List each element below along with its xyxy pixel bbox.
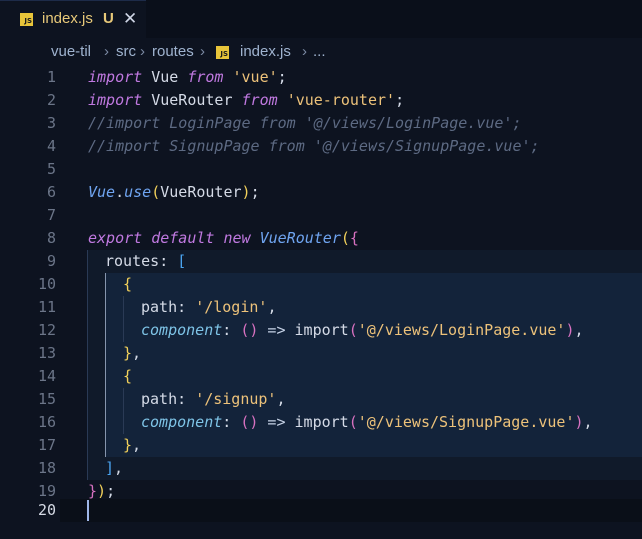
- code-text: path: '/login',: [141, 298, 277, 316]
- chevron-right-icon: ›: [104, 43, 109, 60]
- line-number: 11: [37, 298, 56, 316]
- code-line: 13 },: [0, 342, 642, 365]
- code-line: 2 import VueRouter from 'vue-router';: [0, 89, 642, 112]
- code-text: path: '/signup',: [141, 390, 286, 408]
- line-number: 15: [37, 390, 56, 408]
- line-number: 1: [46, 68, 56, 86]
- code-line: 10 {: [0, 273, 642, 296]
- code-text: component: () => import('@/views/LoginPa…: [141, 321, 584, 339]
- tab-bar: JS index.js U ✕: [0, 0, 642, 38]
- breadcrumb-item-index-js[interactable]: index.js: [240, 43, 291, 60]
- close-icon[interactable]: ✕: [123, 9, 137, 29]
- code-text: import Vue from 'vue';: [88, 68, 287, 86]
- code-text: {: [123, 275, 133, 293]
- text-cursor: [87, 500, 89, 521]
- line-number: 7: [46, 206, 56, 224]
- code-text: routes: [: [105, 252, 187, 270]
- line-number: 2: [46, 91, 56, 109]
- line-number: 3: [46, 114, 56, 132]
- line-number: 12: [37, 321, 56, 339]
- line-number: 9: [46, 252, 56, 270]
- code-comment: //import SignupPage from '@/views/Signup…: [88, 137, 540, 155]
- breadcrumb-item-symbols[interactable]: ...: [313, 43, 326, 60]
- code-line: 14 {: [0, 365, 642, 388]
- breadcrumb: vue-til › src › routes › JS index.js › .…: [0, 38, 642, 66]
- code-line: 18 ],: [0, 457, 642, 480]
- javascript-file-icon: JS: [216, 46, 229, 59]
- code-text: },: [123, 344, 142, 362]
- breadcrumb-item-vue-til[interactable]: vue-til: [51, 43, 91, 60]
- code-line: 4 //import SignupPage from '@/views/Sign…: [0, 135, 642, 158]
- line-number: 14: [37, 367, 56, 385]
- code-line: 11 path: '/login',: [0, 296, 642, 319]
- code-text: Vue.use(VueRouter);: [88, 183, 260, 201]
- line-number: 8: [46, 229, 56, 247]
- line-number: 4: [46, 137, 56, 155]
- code-line: 15 path: '/signup',: [0, 388, 642, 411]
- tab-label: index.js: [42, 10, 93, 27]
- line-number: 5: [46, 160, 56, 178]
- chevron-right-icon: ›: [200, 43, 205, 60]
- code-editor[interactable]: 1 import Vue from 'vue'; 2 import VueRou…: [0, 66, 642, 539]
- untracked-status-badge: U: [103, 10, 114, 27]
- code-line: 3 //import LoginPage from '@/views/Login…: [0, 112, 642, 135]
- code-text: import VueRouter from 'vue-router';: [88, 91, 405, 109]
- chevron-right-icon: ›: [140, 43, 145, 60]
- code-text: export default new VueRouter({: [88, 229, 359, 247]
- code-line-active: 20: [0, 499, 642, 522]
- code-line: 5: [0, 158, 642, 181]
- breadcrumb-item-src[interactable]: src: [116, 43, 136, 60]
- code-text: {: [123, 367, 133, 385]
- code-line: 1 import Vue from 'vue';: [0, 66, 642, 89]
- code-line: 6 Vue.use(VueRouter);: [0, 181, 642, 204]
- code-text: component: () => import('@/views/SignupP…: [141, 413, 593, 431]
- code-line: 9 routes: [: [0, 250, 642, 273]
- javascript-file-icon: JS: [20, 13, 33, 26]
- tab-index-js[interactable]: JS index.js U ✕: [0, 0, 146, 38]
- code-line: 16 component: () => import('@/views/Sign…: [0, 411, 642, 434]
- line-number: 13: [37, 344, 56, 362]
- line-number: 10: [37, 275, 56, 293]
- chevron-right-icon: ›: [302, 43, 307, 60]
- code-line: 7: [0, 204, 642, 227]
- line-number: 16: [37, 413, 56, 431]
- breadcrumb-item-routes[interactable]: routes: [152, 43, 194, 60]
- code-line: 12 component: () => import('@/views/Logi…: [0, 319, 642, 342]
- line-number-active: 20: [37, 501, 56, 519]
- line-number: 18: [37, 459, 56, 477]
- code-line: 8 export default new VueRouter({: [0, 227, 642, 250]
- code-line: 17 },: [0, 434, 642, 457]
- line-number: 17: [37, 436, 56, 454]
- code-comment: //import LoginPage from '@/views/LoginPa…: [88, 114, 522, 132]
- code-text: },: [123, 436, 142, 454]
- line-number: 6: [46, 183, 56, 201]
- code-text: ],: [105, 459, 124, 477]
